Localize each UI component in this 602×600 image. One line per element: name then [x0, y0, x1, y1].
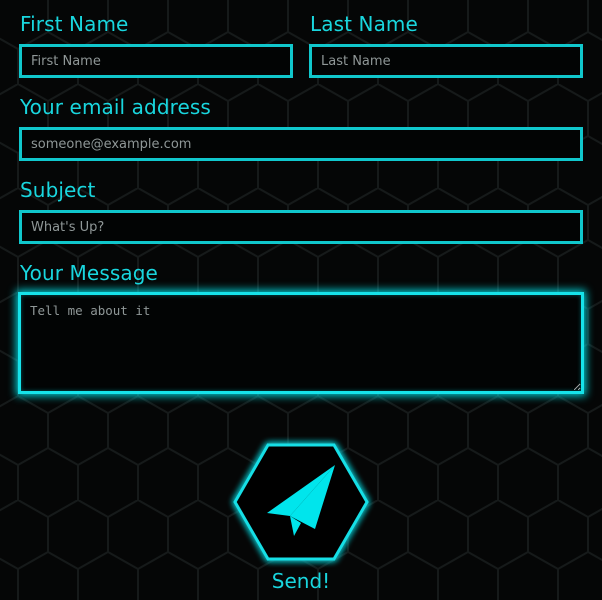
- email-label: Your email address: [20, 95, 211, 119]
- send-label: Send!: [271, 569, 331, 593]
- last-name-input[interactable]: [309, 44, 583, 78]
- send-button[interactable]: [233, 443, 369, 563]
- first-name-input[interactable]: [19, 44, 293, 78]
- subject-label: Subject: [20, 178, 96, 202]
- email-input[interactable]: [19, 127, 583, 161]
- subject-input[interactable]: [19, 210, 583, 244]
- first-name-label: First Name: [20, 12, 129, 36]
- contact-page: First Name Last Name Your email address …: [0, 0, 602, 600]
- message-textarea[interactable]: [18, 292, 584, 394]
- last-name-label: Last Name: [310, 12, 418, 36]
- message-label: Your Message: [20, 261, 158, 285]
